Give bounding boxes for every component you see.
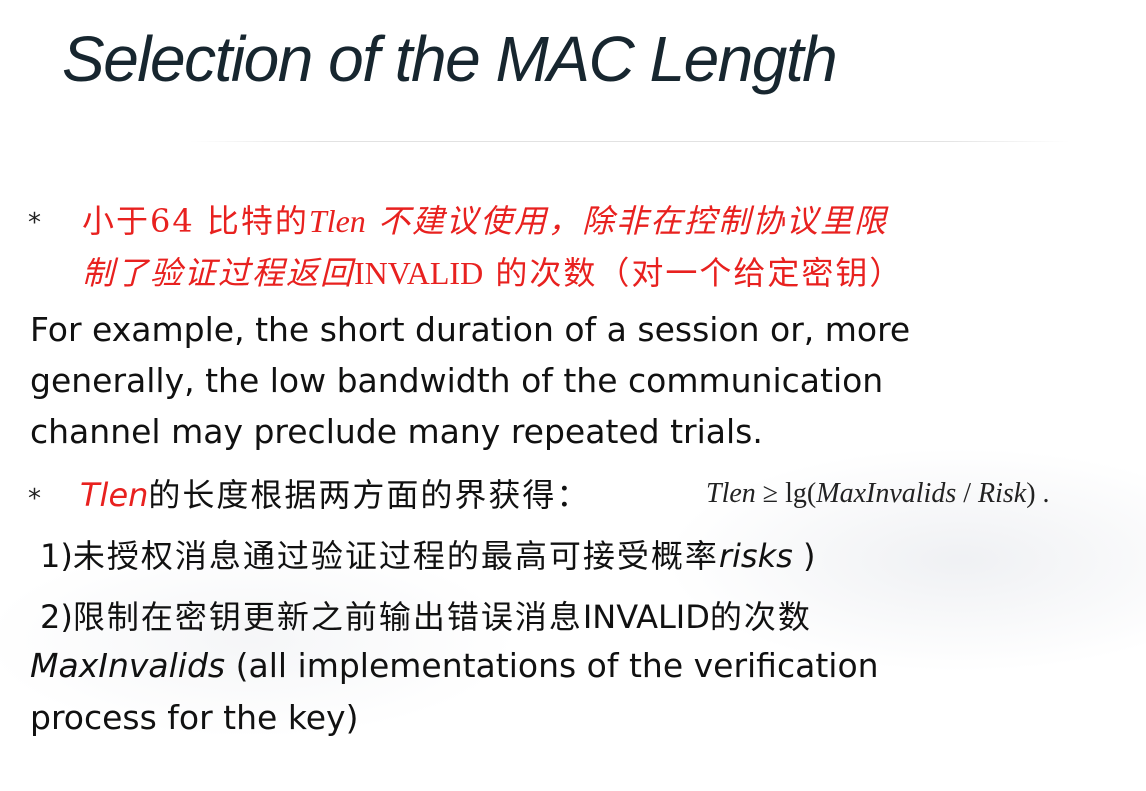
bullet1-line2-end: 的次数（对一个给定密钥） (483, 254, 904, 292)
bullet-marker-1: * (28, 208, 41, 238)
bullet2-text: 的长度根据两方面的界获得： (148, 476, 591, 514)
formula-risk: Risk (978, 478, 1027, 509)
bullet1-line1-end: 不建议使用，除非在控制协议里限 (365, 202, 888, 240)
bullet2-tlen: Tlen (80, 476, 149, 514)
item2-invalid: INVALID (582, 598, 710, 636)
slide-title: Selection of the MAC Length (62, 23, 838, 95)
paragraph1-line1: For example, the short duration of a ses… (30, 310, 911, 349)
item2-line: 2)限制在密钥更新之前输出错误消息INVALID的次数 (40, 592, 812, 638)
item1-line: 1)未授权消息通过验证过程的最高可接受概率risks ) (40, 531, 815, 577)
item1-text: 未授权消息通过验证过程的最高可接受概率 (72, 537, 719, 575)
title-divider (190, 141, 1070, 142)
formula-tlen: Tlen (706, 478, 756, 509)
paragraph1-line2: generally, the low bandwidth of the comm… (30, 361, 884, 400)
item2-number: 2) (40, 598, 73, 636)
item2-text-b: 的次数 (709, 598, 812, 636)
formula-end: ) . (1026, 478, 1050, 509)
paragraph2-line2: process for the key) (30, 698, 359, 737)
paragraph2-line1-rest: (all implementations of the verification (225, 646, 879, 685)
bullet1-line1: 小于64 比特的Tlen 不建议使用，除非在控制协议里限 (82, 196, 888, 242)
formula-maxinvalids: MaxInvalids (816, 478, 957, 509)
item2-text-a: 限制在密钥更新之前输出错误消息 (72, 598, 583, 636)
paragraph2-line1: MaxInvalids (all implementations of the … (30, 646, 879, 685)
item1-end: ) (792, 537, 816, 575)
bullet1-line2: 制了验证过程返回INVALID 的次数（对一个给定密钥） (82, 248, 903, 294)
formula-geq-lg: ≥ lg( (755, 478, 817, 509)
bullet1-invalid: INVALID (354, 255, 484, 291)
bullet1-line2-start: 制了验证过程返回 (82, 254, 355, 292)
item1-number: 1) (40, 537, 73, 575)
formula-slash: / (956, 478, 979, 509)
bullet1-tlen: Tlen (308, 203, 366, 239)
bullet-marker-2: * (28, 484, 41, 514)
bullet1-line1-start: 小于64 比特的 (82, 202, 309, 240)
paragraph1-line3: channel may preclude many repeated trial… (30, 412, 763, 451)
tlen-formula: Tlen ≥ lg(MaxInvalids / Risk) . (706, 478, 1050, 510)
paragraph2-maxinvalids: MaxInvalids (30, 646, 226, 685)
item1-risks: risks (718, 537, 793, 575)
bullet2-line: Tlen的长度根据两方面的界获得： (80, 470, 590, 516)
